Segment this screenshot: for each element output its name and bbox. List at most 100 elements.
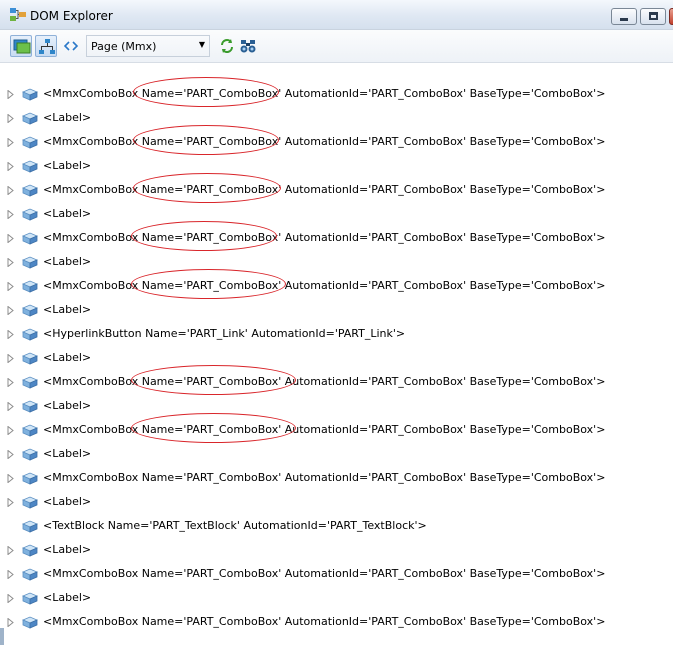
tree-row[interactable]: <MmxComboBox Name='PART_ComboBox' Automa… [0,365,673,397]
expand-arrow-icon[interactable] [7,545,15,556]
expand-arrow-icon[interactable] [7,329,15,340]
node-icon [21,112,39,125]
tree-row-label: <MmxComboBox Name='PART_ComboBox' Automa… [43,615,606,628]
node-icon [21,304,39,317]
node-icon [21,544,39,557]
expand-arrow-icon[interactable] [7,137,15,148]
scroll-rail[interactable] [0,628,4,645]
tree-row-label: <Label> [43,351,92,364]
tree-row[interactable]: <MmxComboBox Name='PART_ComboBox' Automa… [0,221,673,253]
refresh-button[interactable] [216,35,238,57]
expand-arrow-icon[interactable] [7,401,15,412]
expand-arrow-icon[interactable] [7,161,15,172]
highlight-ellipse [131,365,296,395]
tree-row[interactable]: <MmxComboBox Name='PART_ComboBox' Automa… [0,469,673,493]
expand-arrow-icon[interactable] [7,497,15,508]
tree-row[interactable]: <Label> [0,109,673,133]
dom-tree: <MmxComboBox Name='PART_ComboBox' Automa… [0,77,673,637]
tree-row[interactable]: <MmxComboBox Name='PART_ComboBox' Automa… [0,173,673,205]
tree-row[interactable]: <MmxComboBox Name='PART_ComboBox' Automa… [0,77,673,109]
node-icon [21,208,39,221]
node-icon [21,352,39,365]
tree-row-label: <Label> [43,399,92,412]
node-icon [21,88,39,101]
tree-view-button[interactable] [35,35,57,57]
highlight-ellipse [133,77,279,107]
tree-row[interactable]: <Label> [0,589,673,613]
tree-row-label: <MmxComboBox Name='PART_ComboBox' Automa… [43,375,606,388]
tree-row-label: <HyperlinkButton Name='PART_Link' Automa… [43,327,406,340]
expand-arrow-icon[interactable] [7,377,15,388]
tree-row[interactable]: <MmxComboBox Name='PART_ComboBox' Automa… [0,413,673,445]
tree-row-label: <Label> [43,303,92,316]
tree-row[interactable]: <Label> [0,253,673,277]
tree-row[interactable]: <Label> [0,493,673,517]
tree-row[interactable]: <MmxComboBox Name='PART_ComboBox' Automa… [0,613,673,637]
code-view-button[interactable] [60,35,82,57]
maximize-icon [649,12,658,20]
expand-arrow-icon[interactable] [7,233,15,244]
minimize-button[interactable] [611,8,637,25]
node-icon [21,472,39,485]
expand-arrow-icon[interactable] [7,569,15,580]
tree-row[interactable]: <TextBlock Name='PART_TextBlock' Automat… [0,517,673,541]
tree-row[interactable]: <Label> [0,349,673,373]
expand-arrow-icon[interactable] [7,209,15,220]
tree-row-label: <MmxComboBox Name='PART_ComboBox' Automa… [43,423,606,436]
tree-row-label: <Label> [43,591,92,604]
expand-arrow-icon[interactable] [7,593,15,604]
toolbar: Page (Mmx) ▼ [0,30,673,63]
expand-arrow-icon[interactable] [7,257,15,268]
node-icon [21,568,39,581]
tree-row[interactable]: <Label> [0,541,673,565]
expand-arrow-icon[interactable] [7,89,15,100]
node-icon [21,496,39,509]
expand-arrow-icon[interactable] [7,617,15,628]
dom-explorer-icon [10,8,26,22]
tree-row[interactable]: <Label> [0,301,673,325]
layers-button[interactable] [10,35,32,57]
expand-arrow-icon[interactable] [7,305,15,316]
expand-arrow-icon[interactable] [7,473,15,484]
expand-arrow-icon[interactable] [7,353,15,364]
node-icon [21,136,39,149]
tree-row-label: <MmxComboBox Name='PART_ComboBox' Automa… [43,471,606,484]
expand-arrow-icon[interactable] [7,113,15,124]
maximize-button[interactable] [640,8,666,25]
tree-row[interactable]: <HyperlinkButton Name='PART_Link' Automa… [0,325,673,349]
expand-arrow-icon[interactable] [7,185,15,196]
tree-row[interactable]: <MmxComboBox Name='PART_ComboBox' Automa… [0,565,673,589]
expand-arrow-icon[interactable] [7,425,15,436]
node-icon [21,616,39,629]
tree-row[interactable]: <Label> [0,205,673,229]
node-icon [21,184,39,197]
scope-select[interactable]: Page (Mmx) ▼ [86,35,210,57]
find-button[interactable] [237,35,259,57]
highlight-ellipse [133,173,281,203]
tree-row[interactable]: <Label> [0,397,673,421]
tree-row-label: <Label> [43,111,92,124]
expand-arrow-icon[interactable] [7,281,15,292]
tree-row-label: <Label> [43,447,92,460]
close-button[interactable] [669,8,673,25]
minimize-icon [620,18,628,21]
scope-select-value: Page (Mmx) [91,40,157,53]
node-icon [21,448,39,461]
chevron-down-icon: ▼ [198,40,205,49]
tree-row[interactable]: <Label> [0,157,673,181]
node-icon [21,256,39,269]
tree-row-label: <Label> [43,495,92,508]
node-icon [21,400,39,413]
tree-row-label: <TextBlock Name='PART_TextBlock' Automat… [43,519,427,532]
tree-row[interactable]: <MmxComboBox Name='PART_ComboBox' Automa… [0,125,673,157]
tree-row[interactable]: <Label> [0,445,673,469]
node-icon [21,160,39,173]
tree-row-label: <MmxComboBox Name='PART_ComboBox' Automa… [43,87,606,100]
tree-row[interactable]: <MmxComboBox Name='PART_ComboBox' Automa… [0,269,673,301]
highlight-ellipse [131,221,277,251]
tree-row-label: <MmxComboBox Name='PART_ComboBox' Automa… [43,183,606,196]
node-icon [21,232,39,245]
expand-arrow-icon[interactable] [7,449,15,460]
node-icon [21,424,39,437]
node-icon [21,328,39,341]
